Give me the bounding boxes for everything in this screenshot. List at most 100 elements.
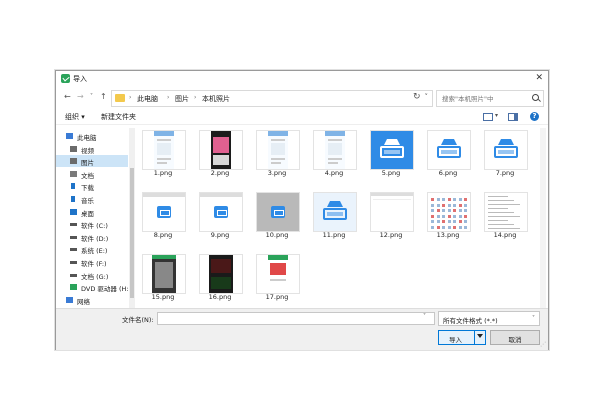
recent-locations-button[interactable]: ˅	[90, 93, 93, 100]
sidebar-item[interactable]: 此电脑	[56, 130, 128, 142]
file-item[interactable]: 4.png	[309, 128, 359, 180]
address-dropdown-icon[interactable]: ˅	[425, 93, 429, 101]
file-item[interactable]: 2.png	[195, 128, 245, 180]
bottom-panel: 文件名(N): ˅ 所有文件格式 (*.*) ˅ 导入 取消 ⋰	[56, 308, 548, 350]
sidebar-item-label: 视频	[81, 146, 94, 155]
pc-icon	[66, 133, 73, 139]
close-button[interactable]: ✕	[535, 72, 543, 84]
address-bar[interactable]: › 此电脑 › 图片 › 本机照片 ˅	[111, 90, 433, 107]
file-item[interactable]: 6.png	[423, 128, 473, 180]
sidebar-item-label: 文档 (G:)	[81, 272, 109, 281]
view-dropdown-icon[interactable]: ▾	[495, 112, 498, 119]
dvd-icon	[70, 284, 77, 291]
file-thumbnail	[370, 192, 414, 232]
sidebar-item-label: 网络	[77, 297, 90, 306]
file-item[interactable]: 5.png	[366, 128, 416, 180]
file-item[interactable]: 3.png	[252, 128, 302, 180]
file-item[interactable]: 13.png	[423, 190, 473, 242]
breadcrumb-item[interactable]: 此电脑	[137, 94, 158, 104]
import-dialog: 导入 ✕ ← → ˅ ↑ › 此电脑 › 图片 › 本机照片 ˅ ↻ 组织 ▾ …	[55, 70, 549, 350]
import-button[interactable]: 导入	[438, 330, 486, 345]
file-thumbnail	[256, 130, 300, 170]
sidebar-item[interactable]: 软件 (C:)	[56, 218, 128, 230]
file-thumbnail	[313, 192, 357, 232]
dialog-title: 导入	[73, 75, 87, 83]
breadcrumb-item[interactable]: 图片	[175, 94, 189, 104]
cancel-button[interactable]: 取消	[490, 330, 540, 345]
sidebar-item-label: 系统 (E:)	[81, 247, 108, 256]
sidebar-item[interactable]: 文档	[56, 168, 128, 180]
organize-menu[interactable]: 组织 ▾	[65, 112, 85, 122]
sidebar-item[interactable]: DVD 驱动器 (H:)	[56, 281, 132, 294]
file-item[interactable]: 8.png	[138, 190, 188, 242]
filename-dropdown-icon[interactable]: ˅	[423, 313, 426, 320]
sidebar-item-label: 软件 (F:)	[81, 260, 107, 268]
file-thumbnail	[199, 130, 243, 170]
sidebar-item[interactable]: 文档 (G:)	[56, 269, 128, 281]
sidebar-item-label: 文档	[81, 171, 94, 180]
sidebar-item[interactable]: 软件 (D:)	[56, 231, 128, 243]
file-item[interactable]: 10.png	[252, 190, 302, 242]
sidebar-item-label: DVD 驱动器 (H:)	[81, 285, 132, 294]
search-input[interactable]	[437, 91, 532, 106]
file-name: 17.png	[265, 293, 289, 301]
sidebar-scrollbar-thumb[interactable]	[130, 168, 134, 298]
breadcrumb-item[interactable]: 本机照片	[202, 94, 230, 104]
resize-grip-icon[interactable]: ⋰	[540, 341, 546, 348]
import-split-dropdown[interactable]	[474, 331, 485, 344]
drive-icon	[70, 235, 77, 239]
sidebar-item-label: 软件 (D:)	[81, 234, 109, 243]
pictures-icon	[70, 158, 77, 165]
folder-icon	[115, 94, 125, 102]
file-item[interactable]: 1.png	[138, 128, 188, 180]
new-folder-button[interactable]: 新建文件夹	[101, 112, 136, 122]
file-name: 10.png	[265, 231, 289, 239]
navigation-pane: 此电脑视频 图片文档 下载 音乐 桌面 软件 (C:) 软件 (D:) 系统 (E:) 软件 (…	[56, 128, 132, 308]
file-type-dropdown-icon: ˅	[532, 315, 535, 322]
file-item[interactable]: 11.png	[309, 190, 359, 242]
refresh-button[interactable]: ↻	[413, 92, 421, 102]
filename-label: 文件名(N):	[122, 316, 154, 324]
sidebar-item[interactable]: 网络	[56, 294, 128, 306]
sidebar-item[interactable]: 系统 (E:)	[56, 243, 128, 255]
filename-input[interactable]	[157, 312, 435, 325]
view-options-icon[interactable]	[483, 113, 493, 121]
file-grid-scrollbar[interactable]	[540, 128, 546, 308]
network-icon	[66, 296, 73, 303]
file-name: 4.png	[324, 169, 344, 177]
file-item[interactable]: 7.png	[480, 128, 530, 180]
title-bar: 导入 ✕	[56, 71, 548, 86]
forward-button[interactable]: →	[77, 92, 84, 101]
cancel-button-label: 取消	[508, 336, 522, 344]
search-icon[interactable]	[532, 94, 539, 101]
sidebar-item[interactable]: 图片	[56, 155, 128, 168]
sidebar-item[interactable]: 音乐	[56, 193, 128, 205]
file-item[interactable]: 15.png	[138, 252, 188, 304]
file-item[interactable]: 12.png	[366, 190, 416, 242]
app-icon	[61, 74, 70, 83]
file-name: 11.png	[322, 231, 346, 239]
sidebar-item[interactable]: 视频	[56, 143, 128, 155]
file-item[interactable]: 14.png	[480, 190, 530, 242]
music-icon	[71, 196, 75, 202]
help-icon[interactable]: ?	[530, 112, 539, 121]
preview-pane-icon[interactable]	[508, 113, 518, 121]
navigation-bar: ← → ˅ ↑ › 此电脑 › 图片 › 本机照片 ˅ ↻	[56, 88, 548, 108]
file-item[interactable]: 17.png	[252, 252, 302, 304]
file-type-select[interactable]: 所有文件格式 (*.*) ˅	[438, 311, 540, 326]
up-button[interactable]: ↑	[100, 92, 107, 101]
back-button[interactable]: ←	[64, 92, 71, 101]
drive-icon	[70, 223, 77, 227]
file-name: 15.png	[151, 293, 175, 301]
sidebar-item[interactable]: 桌面	[56, 206, 128, 218]
file-item[interactable]: 16.png	[195, 252, 245, 304]
search-box[interactable]	[436, 90, 544, 107]
sidebar-scrollbar[interactable]	[129, 128, 135, 308]
file-name: 1.png	[153, 169, 173, 177]
sidebar-item[interactable]: 下载	[56, 180, 128, 192]
file-thumbnail	[256, 254, 300, 294]
file-item[interactable]: 9.png	[195, 190, 245, 242]
sidebar-item[interactable]: 软件 (F:)	[56, 256, 128, 268]
file-thumbnail	[142, 130, 186, 170]
file-thumbnail	[199, 192, 243, 232]
